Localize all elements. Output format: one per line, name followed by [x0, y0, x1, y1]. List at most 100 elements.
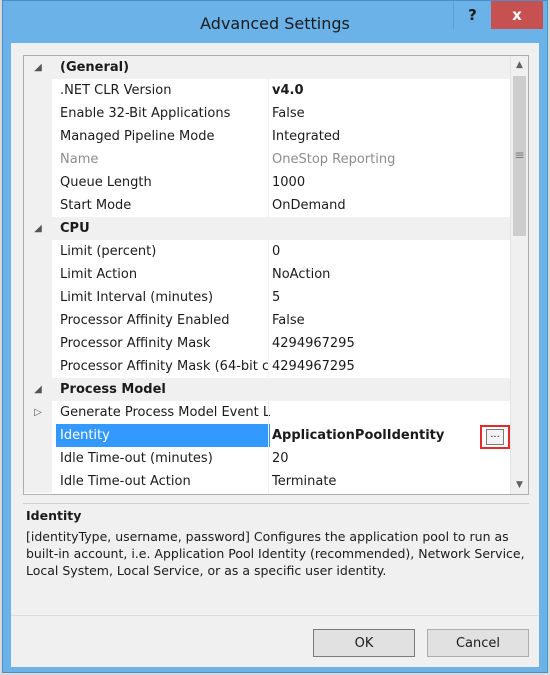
vertical-scrollbar[interactable]: ▲ ≡ ▼ — [510, 56, 528, 494]
category-row[interactable]: ◢ CPU — [24, 217, 510, 240]
property-row[interactable]: Idle Time-out (minutes) 20 — [24, 447, 510, 470]
property-value[interactable]: 4294967295 — [272, 332, 508, 355]
scroll-up-icon[interactable]: ▲ — [511, 56, 528, 74]
column-separator — [268, 355, 269, 378]
property-row[interactable]: Limit Interval (minutes) 5 — [24, 286, 510, 309]
cancel-button[interactable]: Cancel — [427, 629, 529, 657]
property-row[interactable]: Processor Affinity Enabled False — [24, 309, 510, 332]
column-separator — [268, 447, 269, 470]
column-separator — [268, 240, 269, 263]
dialog-body: Idle Time-out Action Terminate Idle Time-o… — [11, 43, 539, 667]
property-row[interactable]: Queue Length 1000 — [24, 171, 510, 194]
property-row[interactable]: Start Mode OnDemand — [24, 194, 510, 217]
collapse-icon[interactable]: ◢ — [31, 378, 45, 401]
ok-button[interactable]: OK — [313, 629, 415, 657]
property-value[interactable]: False — [272, 102, 508, 125]
column-separator — [268, 263, 269, 286]
row-gutter — [24, 148, 52, 171]
collapse-icon[interactable]: ◢ — [31, 56, 45, 79]
property-value[interactable]: 20 — [272, 447, 508, 470]
row-gutter — [24, 171, 52, 194]
property-name: Limit (percent) — [60, 244, 157, 259]
row-gutter — [24, 240, 52, 263]
collapse-icon[interactable]: ◢ — [31, 217, 45, 240]
row-gutter — [24, 470, 52, 493]
scroll-thumb[interactable]: ≡ — [513, 76, 526, 236]
category-label: (General) — [60, 60, 130, 75]
row-gutter — [24, 309, 52, 332]
expand-icon[interactable]: ▷ — [31, 401, 45, 424]
property-value[interactable]: Integrated — [272, 125, 508, 148]
property-value[interactable]: OneStop Reporting — [272, 148, 508, 171]
scroll-grip-icon: ≡ — [514, 148, 525, 162]
property-value[interactable]: False — [272, 309, 508, 332]
column-separator — [268, 171, 269, 194]
property-value[interactable]: Terminate — [272, 470, 508, 493]
property-row[interactable]: Name OneStop Reporting — [24, 148, 510, 171]
property-value[interactable]: 0 — [272, 240, 508, 263]
column-separator — [268, 332, 269, 355]
property-value[interactable]: v4.0 — [272, 79, 508, 102]
property-value[interactable]: 4294967295 — [272, 355, 508, 378]
property-value[interactable]: ApplicationPoolIdentity — [272, 424, 508, 447]
property-name: Limit Action — [60, 267, 138, 282]
row-gutter — [24, 79, 52, 102]
row-gutter — [24, 447, 52, 470]
property-name: Name — [60, 152, 99, 167]
property-row[interactable]: .NET CLR Version v4.0 — [24, 79, 510, 102]
property-name: Managed Pipeline Mode — [60, 129, 215, 144]
column-separator — [268, 79, 269, 102]
property-name: Generate Process Model Event L — [60, 405, 270, 420]
property-row[interactable]: Managed Pipeline Mode Integrated — [24, 125, 510, 148]
column-separator — [268, 470, 269, 493]
property-row[interactable]: Idle Time-out Action Terminate — [24, 470, 510, 493]
ellipsis-button[interactable]: ... — [480, 425, 510, 449]
description-panel: Identity [identityType, username, passwo… — [23, 503, 529, 613]
help-button[interactable]: ? — [453, 1, 491, 29]
column-separator — [268, 286, 269, 309]
property-row[interactable]: Identity ApplicationPoolIdentity... — [24, 424, 510, 449]
property-name: Idle Time-out Action — [60, 474, 191, 489]
property-value[interactable]: OnDemand — [272, 194, 508, 217]
property-row[interactable]: Limit Action NoAction — [24, 263, 510, 286]
property-value[interactable]: NoAction — [272, 263, 508, 286]
category-row[interactable]: ◢ Process Model — [24, 378, 510, 401]
row-gutter — [24, 125, 52, 148]
property-row[interactable]: Enable 32-Bit Applications False — [24, 102, 510, 125]
column-separator — [268, 194, 269, 217]
category-label: CPU — [60, 221, 90, 236]
description-text: [identityType, username, password] Confi… — [26, 529, 525, 578]
advanced-settings-dialog: Advanced Settings ? x Idle Time-out Acti… — [2, 0, 548, 673]
title-bar[interactable]: Advanced Settings ? x — [3, 1, 547, 43]
property-name: Limit Interval (minutes) — [60, 290, 214, 305]
category-row[interactable]: ◢ (General) — [24, 56, 510, 79]
row-gutter — [24, 263, 52, 286]
row-gutter — [24, 355, 52, 378]
property-name: Identity — [56, 424, 270, 447]
property-grid: Idle Time-out Action Terminate Idle Time-o… — [23, 55, 529, 495]
property-value[interactable]: 1000 — [272, 171, 508, 194]
property-row[interactable]: Limit (percent) 0 — [24, 240, 510, 263]
property-row[interactable]: ▷ Generate Process Model Event L — [24, 401, 510, 424]
property-name: .NET CLR Version — [60, 83, 172, 98]
property-name: Processor Affinity Mask — [60, 336, 211, 351]
footer-divider — [11, 615, 539, 616]
column-separator — [268, 401, 269, 424]
property-row[interactable]: Processor Affinity Mask 4294967295 — [24, 332, 510, 355]
close-button[interactable]: x — [491, 1, 543, 29]
row-gutter — [24, 424, 52, 447]
property-name: Processor Affinity Mask (64-bit c — [60, 359, 270, 374]
property-name: Queue Length — [60, 175, 152, 190]
property-name: Idle Time-out (minutes) — [60, 451, 213, 466]
description-title: Identity — [26, 508, 82, 523]
column-separator — [268, 424, 269, 447]
row-gutter — [24, 102, 52, 125]
property-value[interactable]: 5 — [272, 286, 508, 309]
property-row[interactable]: Processor Affinity Mask (64-bit c 4294967… — [24, 355, 510, 378]
property-name: Enable 32-Bit Applications — [60, 106, 231, 121]
ellipsis-icon: ... — [486, 429, 504, 445]
scroll-down-icon[interactable]: ▼ — [511, 476, 528, 494]
column-separator — [268, 309, 269, 332]
category-label: Process Model — [60, 382, 166, 397]
property-name: Processor Affinity Enabled — [60, 313, 230, 328]
